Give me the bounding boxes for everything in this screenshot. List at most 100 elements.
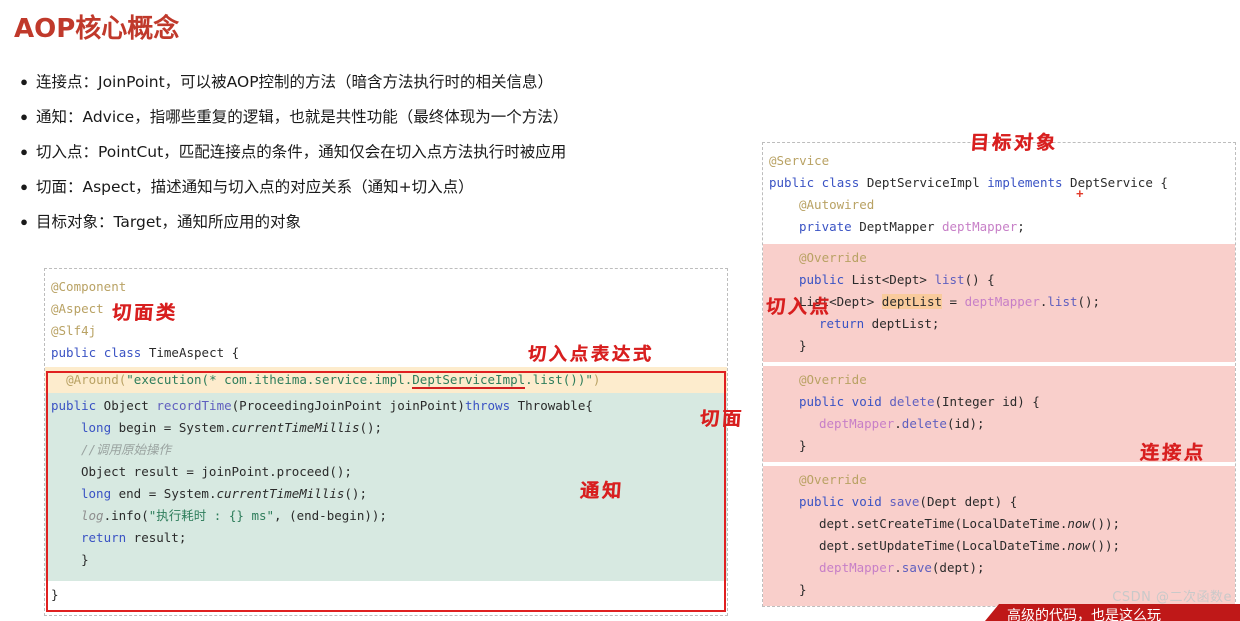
bullet-dot-icon: ● <box>20 214 28 229</box>
list-item-label: 切入点：PointCut，匹配连接点的条件，通知仅会在切入点方法执行时被应用 <box>36 143 567 161</box>
code-text: ms" <box>243 508 275 523</box>
target-object-code-block: @Service public class DeptServiceImpl im… <box>762 142 1236 607</box>
class-name: DeptServiceImpl <box>866 175 988 190</box>
advice-method-body: public Object recordTime(ProceedingJoinP… <box>45 393 727 581</box>
code-line: List<Dept> deptList = deptMapper.list(); <box>763 291 1235 313</box>
annotation-aspect: @Aspect <box>51 301 104 316</box>
method-currenttimemillis: currentTimeMillis <box>231 420 360 435</box>
list-item: ● 通知：Advice，指哪些重复的逻辑，也就是共性功能（最终体现为一个方法） <box>12 107 752 127</box>
field-deptmapper: deptMapper <box>819 416 895 431</box>
keyword-class: class <box>103 345 142 360</box>
pointcut-expression-prefix: "execution(* com.itheima.service.impl. <box>126 372 413 387</box>
code-text: (dept); <box>931 560 985 575</box>
code-text: = <box>942 294 965 309</box>
code-text: (); <box>344 486 367 501</box>
closing-brace: } <box>799 338 807 353</box>
pointcut-target-class: DeptServiceImpl <box>412 372 526 389</box>
code-text: ; <box>1017 219 1025 234</box>
closing-brace: } <box>799 582 807 597</box>
pointcut-expression-suffix: .list())" <box>525 372 593 387</box>
code-text: (); <box>1077 294 1101 309</box>
code-line: public class DeptServiceImpl implements … <box>763 172 1235 194</box>
code-line: @Override <box>763 469 1235 491</box>
code-line-pointcut: @Around("execution(* com.itheima.service… <box>45 367 727 393</box>
annotation-label-aspect-class: 切面类 <box>111 302 179 324</box>
annotation-around: @Around( <box>66 372 127 387</box>
method-now: now <box>1067 516 1090 531</box>
code-line: deptMapper.save(dept); <box>763 557 1235 579</box>
log-message-cn: 执行耗时 <box>156 508 207 523</box>
code-text: deptList; <box>864 316 940 331</box>
list-item-label: 连接点：JoinPoint，可以被AOP控制的方法（暗含方法执行时的相关信息） <box>36 73 554 91</box>
annotation-slf4j: @Slf4j <box>51 323 97 338</box>
keyword-implements: implements <box>987 175 1063 190</box>
code-text: () { <box>964 272 995 287</box>
field-type: DeptMapper <box>851 219 942 234</box>
code-text: Object result = joinPoint.proceed(); <box>81 464 352 479</box>
log-placeholder: {} <box>228 508 244 523</box>
code-line: return result; <box>45 527 727 549</box>
code-text: result; <box>126 530 187 545</box>
code-line-comment: //调用原始操作 <box>45 439 727 461</box>
code-line: dept.setCreateTime(LocalDateTime.now()); <box>763 513 1235 535</box>
code-line: public Object recordTime(ProceedingJoinP… <box>45 395 727 417</box>
code-line: deptMapper.delete(id); <box>763 413 1235 435</box>
code-line: @Autowired <box>763 194 1235 216</box>
method-name-list: list <box>934 272 965 287</box>
joinpoint-method-list: @Override public List<Dept> list() { Lis… <box>763 244 1235 362</box>
code-line: public void save(Dept dept) { <box>763 491 1235 513</box>
method-call-list: list <box>1047 294 1078 309</box>
code-text: , (end-begin)); <box>274 508 387 523</box>
code-comment: //调用原始操作 <box>81 442 172 457</box>
keyword-public: public <box>51 345 97 360</box>
bullet-dot-icon: ● <box>20 144 28 159</box>
keyword-return: return <box>81 530 127 545</box>
code-text: ()); <box>1089 538 1121 553</box>
code-line: @Override <box>763 369 1235 391</box>
keyword-long: long <box>81 486 112 501</box>
annotation-service: @Service <box>769 153 830 168</box>
list-item: ● 切面：Aspect，描述通知与切入点的对应关系（通知+切入点） <box>12 177 752 197</box>
list-item-label: 目标对象：Target，通知所应用的对象 <box>36 213 301 231</box>
method-name: recordTime <box>156 398 232 413</box>
return-type: List<Dept> <box>844 272 935 287</box>
concept-bullet-list: ● 连接点：JoinPoint，可以被AOP控制的方法（暗含方法执行时的相关信息… <box>12 72 752 247</box>
code-line: } <box>45 581 727 606</box>
annotation-override: @Override <box>799 472 867 487</box>
annotation-label-advice: 通知 <box>579 480 625 502</box>
list-item: ● 目标对象：Target，通知所应用的对象 <box>12 212 752 232</box>
throws-type: Throwable{ <box>510 398 593 413</box>
field-deptmapper: deptMapper <box>964 294 1040 309</box>
page-title: AOP核心概念 <box>14 14 180 44</box>
annotation-around-close: ) <box>592 372 601 387</box>
bottom-red-banner: 高级的代码，也是这么玩 <box>985 604 1240 621</box>
keyword-public: public <box>51 398 97 413</box>
method-currenttimemillis: currentTimeMillis <box>216 486 345 501</box>
method-name-save: save <box>889 494 920 509</box>
code-line: public void delete(Integer id) { <box>763 391 1235 413</box>
method-name-delete: delete <box>889 394 935 409</box>
code-line: long end = System.currentTimeMillis(); <box>45 483 727 505</box>
list-item-label: 通知：Advice，指哪些重复的逻辑，也就是共性功能（最终体现为一个方法） <box>36 108 569 126</box>
method-now: now <box>1067 538 1090 553</box>
method-params: (Integer id) { <box>934 394 1040 409</box>
code-text: .info( <box>103 508 149 523</box>
code-line: dept.setUpdateTime(LocalDateTime.now()); <box>763 535 1235 557</box>
annotation-label-joinpoint: 连接点 <box>1139 442 1207 464</box>
code-line: return deptList; <box>763 313 1235 335</box>
annotation-label-aspect: 切面 <box>699 408 745 430</box>
keyword-class: class <box>814 175 867 190</box>
code-text: (id); <box>946 416 985 431</box>
bullet-dot-icon: ● <box>20 109 28 124</box>
keyword-public: public <box>799 394 845 409</box>
csdn-watermark: CSDN @二次函数e <box>1112 590 1232 605</box>
keyword-long: long <box>81 420 112 435</box>
keyword-public: public <box>769 175 815 190</box>
method-params: (ProceedingJoinPoint joinPoint) <box>231 398 465 413</box>
method-call-save: save <box>901 560 932 575</box>
annotation-component: @Component <box>51 279 127 294</box>
code-text: end = System. <box>111 486 217 501</box>
code-text: . <box>894 560 902 575</box>
field-deptmapper: deptMapper <box>819 560 895 575</box>
annotation-override: @Override <box>799 250 867 265</box>
